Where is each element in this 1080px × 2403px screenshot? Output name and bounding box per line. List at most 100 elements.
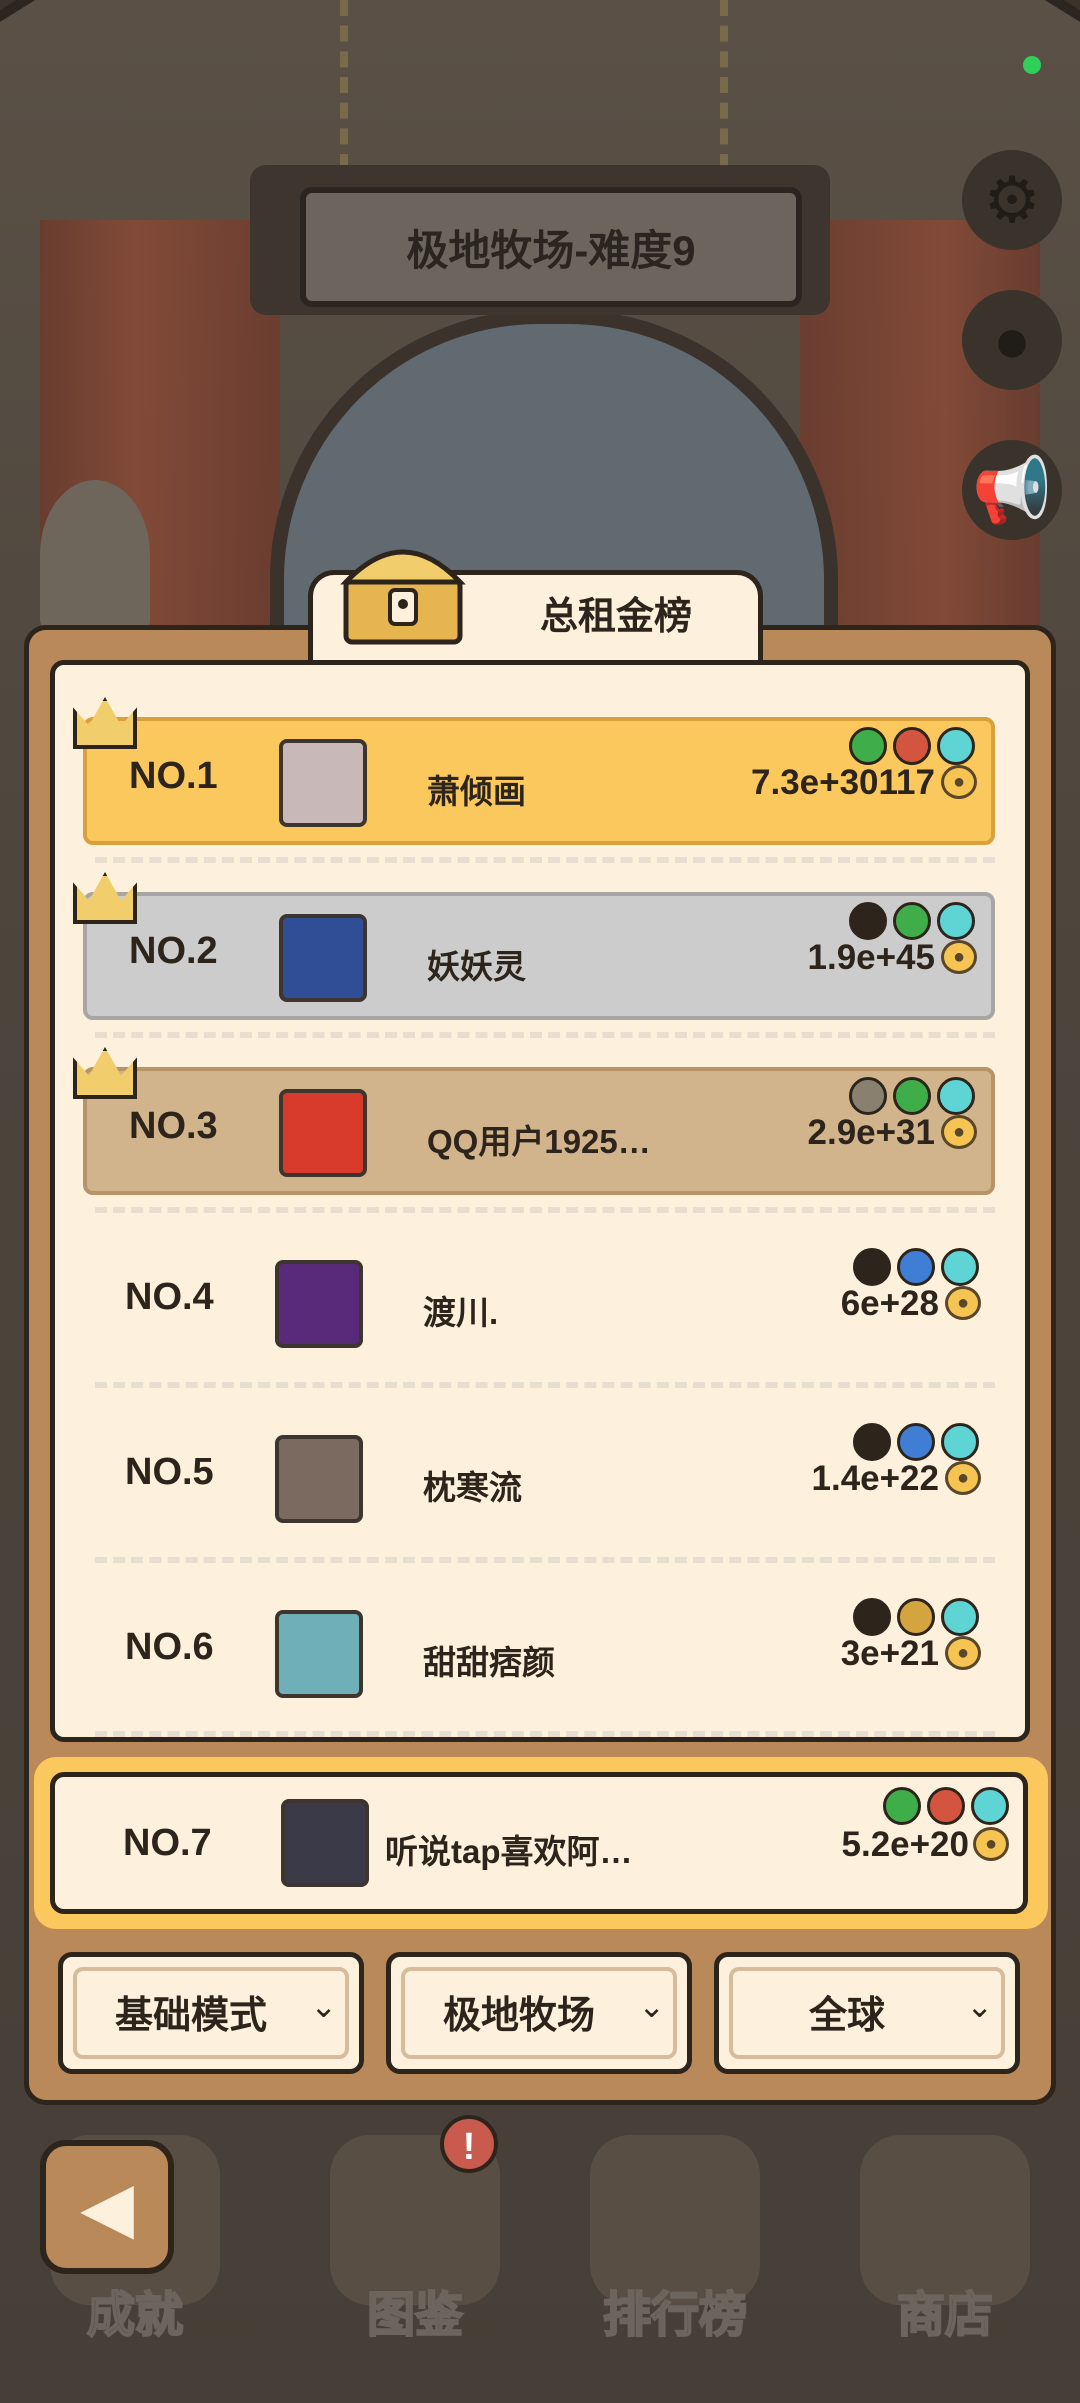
score-value: 7.3e+30117 (751, 763, 935, 802)
avatar[interactable] (275, 1435, 363, 1523)
rank-label: NO.6 (125, 1626, 214, 1668)
penguin-icon[interactable]: ● (962, 290, 1062, 390)
back-button[interactable]: ◀ (40, 2140, 174, 2274)
paw-coin-icon: ● (945, 1461, 981, 1495)
paw-coin-icon: ● (973, 1827, 1009, 1861)
player-name: 听说tap喜欢阿… (385, 1833, 633, 1870)
pet-badge-icon (893, 727, 931, 765)
pet-badge-icon (941, 1248, 979, 1286)
pet-badge-icon (849, 727, 887, 765)
pet-badge-icon (853, 1598, 891, 1636)
pet-badge-icon (897, 1598, 935, 1636)
avatar[interactable] (275, 1260, 363, 1348)
mode-dropdown[interactable]: 基础模式 ⌄ (58, 1952, 364, 2074)
megaphone-icon[interactable]: 📢 (962, 440, 1062, 540)
dropdown-label: 极地牧场 (442, 1995, 595, 2037)
back-arrow-icon: ◀ (80, 2168, 134, 2246)
pet-badge-icon (893, 902, 931, 940)
pet-badges (849, 727, 975, 765)
player-name: 甜甜痞颜 (423, 1644, 555, 1681)
pet-badges (883, 1787, 1009, 1825)
roof-right (475, 0, 1080, 48)
score-value: 1.4e+22 (811, 1459, 940, 1498)
page-title: 极地牧场-难度9 (300, 187, 802, 307)
notification-badge: ! (440, 2115, 498, 2173)
crown-icon (73, 872, 137, 924)
rank-label: NO.1 (129, 755, 218, 797)
map-dropdown[interactable]: 极地牧场 ⌄ (386, 1952, 692, 2074)
divider (95, 857, 995, 863)
player-name: 妖妖灵 (427, 948, 526, 985)
gear-icon[interactable]: ⚙ (962, 150, 1062, 250)
list-item[interactable]: NO.1 萧倾画 7.3e+30117 ● (73, 697, 995, 845)
nav-leaderboard[interactable]: 排行榜 (560, 2115, 790, 2385)
board-title: 总租金榜 (540, 596, 693, 638)
ranking-list[interactable]: NO.1 萧倾画 7.3e+30117 ● NO.2 妖妖灵 1.9e+45 ●… (50, 660, 1030, 1742)
roof-left (0, 0, 605, 48)
pet-badge-icon (897, 1248, 935, 1286)
pet-badges (853, 1598, 979, 1636)
list-item[interactable]: NO.2 妖妖灵 1.9e+45 ● (73, 872, 995, 1020)
pet-badge-icon (941, 1423, 979, 1461)
treasure-chest-icon (340, 549, 466, 645)
pet-badge-icon (937, 727, 975, 765)
divider (95, 1731, 995, 1737)
avatar[interactable] (281, 1799, 369, 1887)
pet-badge-icon (927, 1787, 965, 1825)
paw-coin-icon: ● (945, 1286, 981, 1320)
paw-coin-icon: ● (941, 765, 977, 799)
paw-coin-icon: ● (941, 940, 977, 974)
avatar[interactable] (279, 914, 367, 1002)
pet-badge-icon (937, 1077, 975, 1115)
list-item[interactable]: NO.6 甜甜痞颜 3e+21 ● (83, 1592, 995, 1720)
avatar[interactable] (279, 739, 367, 827)
divider (95, 1207, 995, 1213)
nav-label: 图鉴 (366, 2288, 464, 2343)
paw-coin-icon: ● (945, 1636, 981, 1670)
paw-coin-icon: ● (941, 1115, 977, 1149)
player-name: 枕寒流 (423, 1469, 522, 1506)
chain-right (720, 0, 758, 170)
pet-badge-icon (937, 902, 975, 940)
pet-badges (853, 1423, 979, 1461)
pet-badge-icon (897, 1423, 935, 1461)
region-dropdown[interactable]: 全球 ⌄ (714, 1952, 1020, 2074)
score-value: 5.2e+20 (841, 1825, 970, 1864)
list-item[interactable]: NO.5 枕寒流 1.4e+22 ● (83, 1417, 995, 1545)
rank-label: NO.2 (129, 930, 218, 972)
divider (95, 1032, 995, 1038)
crown-icon (73, 1047, 137, 1099)
nav-label: 成就 (86, 2288, 184, 2343)
chevron-down-icon: ⌄ (638, 1988, 665, 2024)
avatar[interactable] (279, 1089, 367, 1177)
score-value: 2.9e+31 (807, 1113, 936, 1152)
avatar[interactable] (275, 1610, 363, 1698)
pet-badge-icon (941, 1598, 979, 1636)
pet-badge-icon (849, 1077, 887, 1115)
self-rank-row[interactable]: NO.7 听说tap喜欢阿… 5.2e+20 ● (50, 1772, 1028, 1914)
nav-shop[interactable]: 商店 (830, 2115, 1060, 2385)
nav-label: 商店 (896, 2288, 994, 2343)
dropdown-label: 全球 (808, 1995, 885, 2037)
rank-label: NO.3 (129, 1105, 218, 1147)
list-item[interactable]: NO.3 QQ用户1925… 2.9e+31 ● (73, 1047, 995, 1195)
player-name: QQ用户1925… (427, 1123, 651, 1160)
pet-badge-icon (893, 1077, 931, 1115)
score-value: 3e+21 (840, 1634, 939, 1673)
chain-left (340, 0, 378, 170)
score-value: 6e+28 (840, 1284, 939, 1323)
nav-label: 排行榜 (602, 2288, 748, 2343)
rank-label: NO.4 (125, 1276, 214, 1318)
rank-label: NO.7 (123, 1822, 212, 1864)
pet-badge-icon (853, 1248, 891, 1286)
player-name: 萧倾画 (427, 773, 526, 810)
rank-label: NO.5 (125, 1451, 214, 1493)
status-dot (1023, 56, 1041, 74)
pet-badges (849, 1077, 975, 1115)
pet-badge-icon (849, 902, 887, 940)
list-item[interactable]: NO.4 渡川. 6e+28 ● (83, 1242, 995, 1370)
pet-badge-icon (853, 1423, 891, 1461)
crown-icon (73, 697, 137, 749)
pet-badges (853, 1248, 979, 1286)
pet-badges (849, 902, 975, 940)
